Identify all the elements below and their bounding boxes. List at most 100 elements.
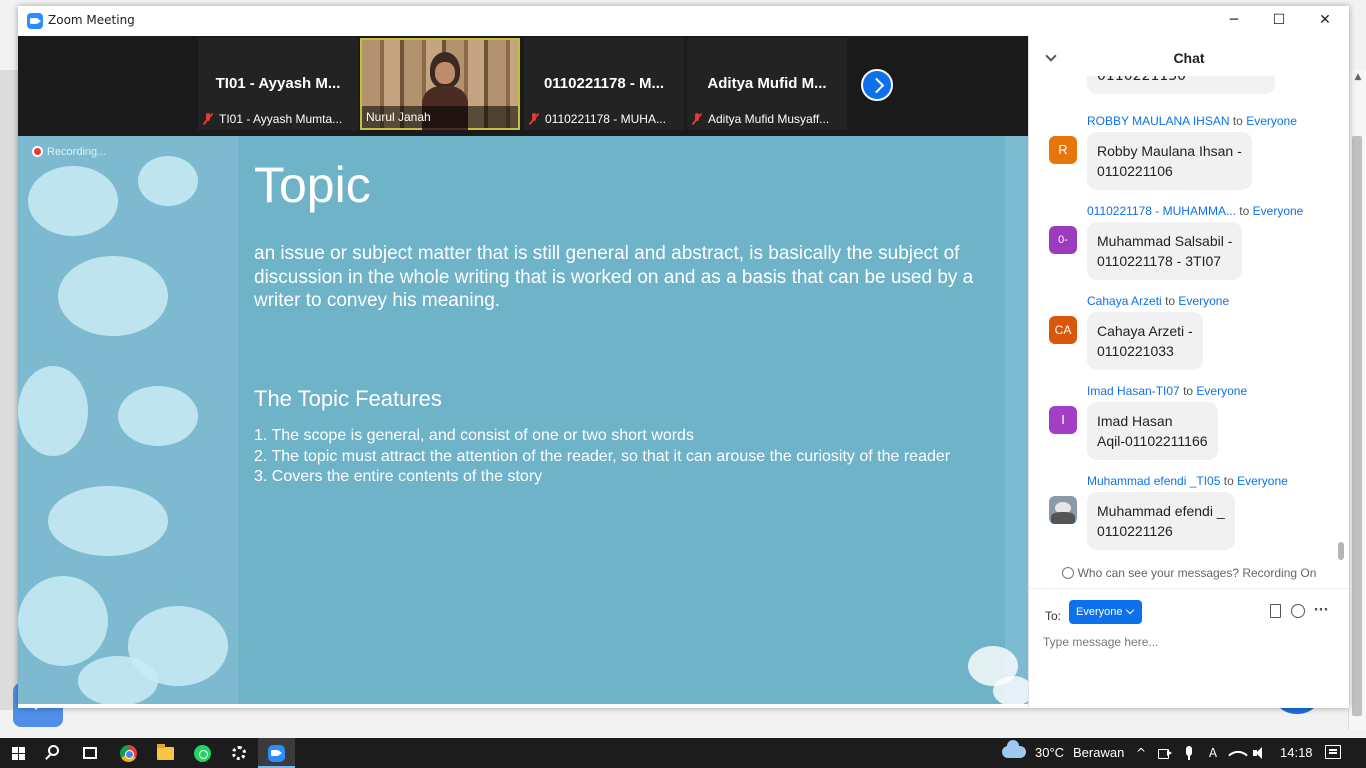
chat-message-header: Muhammad efendi _TI05 to Everyone	[1087, 474, 1288, 488]
participant-tile[interactable]: 0110221178 - M... 0110221178 - MUHA...	[524, 38, 684, 130]
sender-name[interactable]: Muhammad efendi _TI05	[1087, 474, 1220, 488]
chat-message-bubble: Muhammad Salsabil - 0110221178 - 3TI07	[1087, 222, 1243, 280]
participant-caption: TI01 - Ayyash Mumta...	[198, 108, 358, 130]
chat-messages[interactable]: 0110221130 ROBBY MAULANA IHSAN to Everyo…	[1029, 76, 1349, 564]
to-word: to	[1239, 204, 1250, 218]
participant-display-name: TI01 - Ayyash M...	[215, 75, 341, 92]
weather-cloud-icon[interactable]	[1002, 740, 1026, 758]
chat-scrollbar-thumb[interactable]	[1338, 542, 1344, 560]
window-title: Zoom Meeting	[48, 13, 135, 27]
folder-icon	[157, 744, 174, 760]
recipient-name[interactable]: Everyone	[1253, 204, 1304, 218]
weather-condition[interactable]: Berawan	[1073, 745, 1124, 760]
more-options-icon[interactable]: ···	[1313, 603, 1329, 619]
participant-caption: Nurul Janah	[362, 106, 518, 128]
taskbar-app-chrome[interactable]	[110, 738, 147, 768]
mic-muted-icon	[691, 113, 703, 125]
sender-name[interactable]: Cahaya Arzeti	[1087, 294, 1162, 308]
participant-display-name: 0110221178 - M...	[543, 75, 665, 92]
zoom-app-icon	[27, 13, 43, 29]
to-word: to	[1165, 294, 1176, 308]
to-word: to	[1232, 114, 1243, 128]
mic-muted-icon	[202, 113, 214, 125]
gear-icon	[232, 746, 246, 760]
background-page-edge	[0, 70, 18, 710]
shared-screen-slide: Recording... Topic an issue or subject m…	[18, 136, 1028, 704]
volume-icon[interactable]	[1253, 746, 1267, 760]
slide-decoration-band	[1005, 136, 1028, 704]
microphone-icon[interactable]	[1182, 746, 1196, 760]
windows-logo-icon	[12, 747, 25, 760]
taskbar-app-zoom[interactable]	[258, 738, 295, 768]
recipient-name[interactable]: Everyone	[1178, 294, 1229, 308]
recipient-select[interactable]: Everyone	[1069, 600, 1142, 624]
clock-time[interactable]: 14:18	[1280, 745, 1313, 760]
wifi-icon[interactable]	[1230, 746, 1244, 760]
sender-name[interactable]: Imad Hasan-TI07	[1087, 384, 1180, 398]
avatar: I	[1049, 406, 1077, 434]
search-button[interactable]	[37, 738, 74, 768]
feature-item: 2. The topic must attract the attention …	[254, 447, 951, 465]
participant-caption-text: TI01 - Ayyash Mumta...	[219, 112, 343, 126]
sender-name[interactable]: ROBBY MAULANA IHSAN	[1087, 114, 1230, 128]
recipient-name[interactable]: Everyone	[1246, 114, 1297, 128]
recipient-select-value: Everyone	[1076, 606, 1123, 618]
chat-message-header: 0110221178 - MUHAMMA... to Everyone	[1087, 204, 1303, 218]
slide-title: Topic	[254, 157, 371, 213]
participant-tile-active-speaker[interactable]: Nurul Janah	[360, 38, 520, 130]
emoji-icon[interactable]	[1290, 603, 1306, 619]
sender-name[interactable]: 0110221178 - MUHAMMA...	[1087, 204, 1236, 218]
participant-caption: 0110221178 - MUHA...	[524, 108, 684, 130]
task-view-button[interactable]	[72, 738, 109, 768]
recording-indicator: Recording...	[32, 146, 106, 158]
notification-icon[interactable]	[1325, 745, 1341, 759]
chat-header: Chat	[1029, 36, 1349, 76]
background-scrollbar-thumb[interactable]	[1352, 136, 1362, 716]
participant-tile[interactable]: TI01 - Ayyash M... TI01 - Ayyash Mumta..…	[198, 38, 358, 130]
slide-feature-list: 1. The scope is general, and consist of …	[254, 426, 950, 488]
divider	[1029, 588, 1349, 589]
chrome-icon	[120, 745, 137, 762]
maximize-button[interactable]: ☐	[1256, 6, 1302, 36]
recipient-name[interactable]: Everyone	[1196, 384, 1247, 398]
camera-icon[interactable]	[1158, 746, 1172, 760]
chat-message-input[interactable]	[1043, 632, 1333, 652]
participant-tile[interactable]: Aditya Mufid M... Aditya Mufid Musyaff..…	[687, 38, 847, 130]
participant-caption-text: 0110221178 - MUHA...	[545, 112, 666, 126]
next-page-arrow-icon[interactable]	[861, 69, 893, 101]
chat-title: Chat	[1173, 50, 1205, 66]
chat-message-bubble: Muhammad efendi _ 0110221126	[1087, 492, 1235, 550]
chat-scrollbar[interactable]	[1338, 76, 1344, 564]
avatar: 0-	[1049, 226, 1077, 254]
window-titlebar: Zoom Meeting ─ ☐ ✕	[18, 6, 1349, 36]
feature-item: 1. The scope is general, and consist of …	[254, 427, 694, 444]
zoom-meeting-window: Zoom Meeting ─ ☐ ✕ TI01 - Ayyash M... TI…	[18, 6, 1349, 708]
minimize-button[interactable]: ─	[1211, 6, 1257, 36]
search-icon	[48, 745, 59, 756]
close-button[interactable]: ✕	[1302, 6, 1348, 36]
privacy-notice[interactable]: Who can see your messages? Recording On	[1029, 566, 1349, 580]
chevron-down-icon	[1125, 605, 1135, 615]
start-button[interactable]	[0, 738, 37, 768]
taskbar-app-settings[interactable]	[221, 738, 258, 768]
recording-label: Recording...	[47, 146, 107, 158]
avatar	[1049, 496, 1077, 524]
language-icon[interactable]: A	[1206, 746, 1220, 760]
slide-decoration	[18, 136, 238, 704]
taskbar: 30°C Berawan ^ A 14:18	[0, 738, 1366, 768]
chat-panel: Chat 0110221130 ROBBY MAULANA IHSAN to E…	[1028, 36, 1349, 708]
file-icon[interactable]	[1267, 603, 1283, 619]
video-strip: TI01 - Ayyash M... TI01 - Ayyash Mumta..…	[18, 36, 1028, 136]
chat-message-header: Cahaya Arzeti to Everyone	[1087, 294, 1229, 308]
scroll-up-arrow-icon[interactable]: ▲	[1352, 72, 1364, 84]
avatar: R	[1049, 136, 1077, 164]
recipient-name[interactable]: Everyone	[1237, 474, 1288, 488]
avatar: CA	[1049, 316, 1077, 344]
taskbar-app-file-explorer[interactable]	[147, 738, 184, 768]
chevron-up-icon[interactable]: ^	[1134, 746, 1148, 760]
temperature[interactable]: 30°C	[1035, 745, 1064, 760]
chat-message-bubble: 0110221130	[1087, 76, 1275, 94]
chat-message-bubble: Cahaya Arzeti - 0110221033	[1087, 312, 1203, 370]
taskbar-app-whatsapp[interactable]	[184, 738, 221, 768]
participant-display-name: Aditya Mufid M...	[707, 75, 827, 92]
